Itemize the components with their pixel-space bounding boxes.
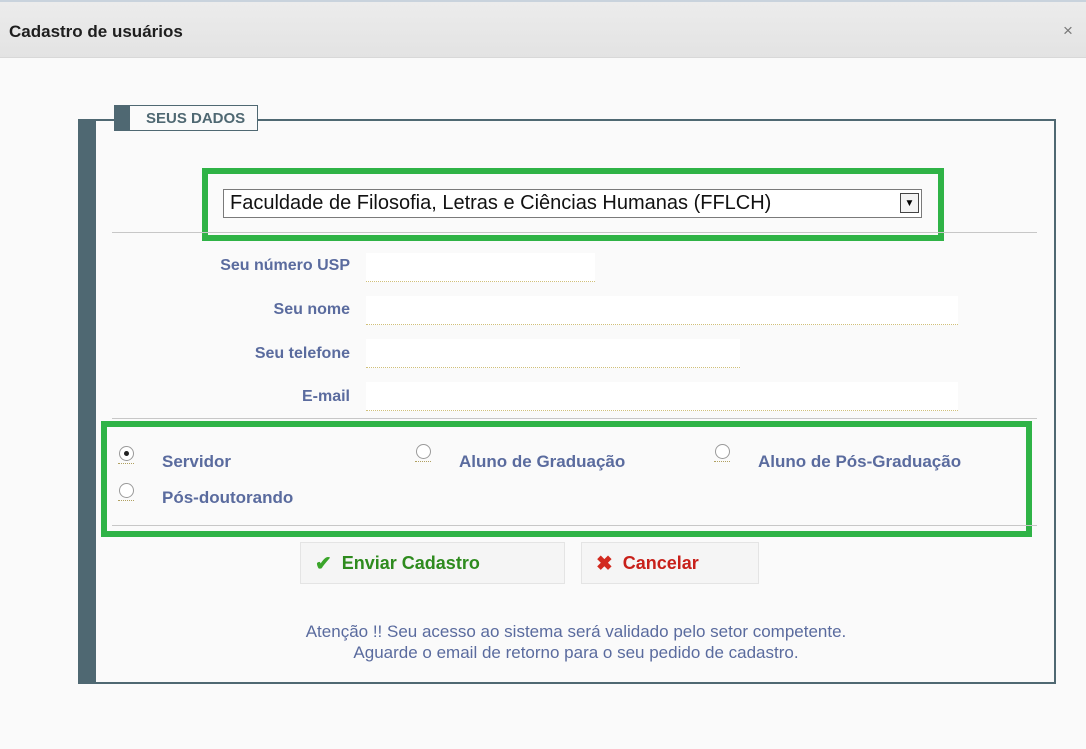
registration-dialog: Cadastro de usuários × SEUS DADOS Faculd… (0, 0, 1086, 749)
radio-focus-dots (415, 461, 431, 462)
radio-pos-doutorando[interactable] (119, 483, 134, 498)
radio-aluno-graduacao[interactable] (416, 444, 431, 459)
separator-middle (112, 418, 1037, 419)
unit-select-value: Faculdade de Filosofia, Letras e Ciência… (230, 192, 772, 214)
submit-button[interactable]: ✔ Enviar Cadastro (300, 542, 565, 584)
close-icon[interactable]: × (1063, 22, 1073, 39)
fieldset-legend: SEUS DADOS (114, 105, 259, 131)
check-icon: ✔ (315, 552, 332, 575)
separator-bottom (112, 525, 1037, 526)
cancel-label: Cancelar (622, 552, 699, 573)
notice-text: Atenção !! Seu acesso ao sistema será va… (160, 621, 992, 663)
email-label: E-mail (301, 388, 350, 405)
phone-input[interactable] (366, 339, 740, 368)
radio-label-aluno-graduacao[interactable]: Aluno de Graduação (459, 452, 625, 472)
separator-top (112, 232, 1037, 233)
usp-number-label: Seu número USP (220, 257, 350, 274)
email-input[interactable] (366, 382, 958, 411)
fieldset-side-bar (78, 119, 96, 684)
radio-focus-dots (118, 463, 134, 464)
notice-line-2: Aguarde o email de retorno para o seu pe… (353, 643, 799, 662)
dialog-title: Cadastro de usuários (9, 22, 183, 41)
cancel-button[interactable]: ✖ Cancelar (581, 542, 759, 584)
chevron-down-icon[interactable]: ▼ (900, 193, 919, 213)
unit-select[interactable]: Faculdade de Filosofia, Letras e Ciência… (223, 189, 922, 218)
legend-label: SEUS DADOS (130, 105, 259, 131)
dialog-titlebar: Cadastro de usuários × (0, 0, 1086, 58)
radio-aluno-pos-graduacao[interactable] (715, 444, 730, 459)
legend-block (114, 105, 130, 131)
radio-focus-dots (118, 500, 134, 501)
submit-label: Enviar Cadastro (341, 552, 480, 573)
phone-label: Seu telefone (254, 345, 350, 362)
x-icon: ✖ (596, 552, 613, 575)
notice-line-1: Atenção !! Seu acesso ao sistema será va… (305, 622, 847, 641)
name-label: Seu nome (273, 301, 350, 318)
name-input[interactable] (366, 296, 958, 325)
radio-servidor[interactable] (119, 446, 134, 461)
usp-number-input[interactable] (366, 253, 595, 282)
radio-label-servidor[interactable]: Servidor (162, 452, 231, 472)
radio-focus-dots (714, 461, 730, 462)
radio-label-pos-doutorando[interactable]: Pós-doutorando (162, 488, 293, 508)
radio-label-aluno-pos-graduacao[interactable]: Aluno de Pós-Graduação (758, 452, 961, 472)
user-type-highlight (101, 421, 1032, 537)
